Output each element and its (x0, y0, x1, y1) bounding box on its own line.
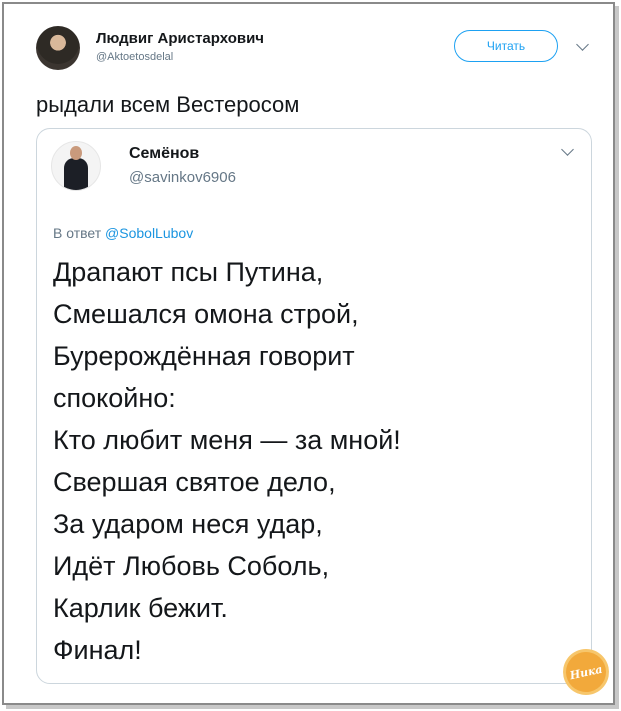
author-handle[interactable]: @Aktoetosdelal (96, 51, 173, 63)
reply-prefix: В ответ (53, 225, 102, 241)
reply-context: В ответ @SobolLubov (53, 225, 193, 241)
watermark-text: Ника (568, 662, 604, 682)
quoted-tweet-text: Драпают псы Путина, Смешался омона строй… (53, 251, 401, 671)
avatar-figure-face (70, 146, 82, 160)
author-name[interactable]: Людвиг Аристархович (96, 30, 264, 47)
quoted-author-handle[interactable]: @savinkov6906 (129, 169, 236, 186)
poem-line: Свершая святое дело, (53, 467, 336, 497)
poem-line: Кто любит меня — за мной! (53, 425, 401, 455)
quoted-menu-chevron-icon[interactable] (561, 143, 574, 156)
poem-line: Бурерождённая говорит (53, 341, 355, 371)
screenshot-frame: Людвиг Аристархович @Aktoetosdelal Читат… (2, 2, 615, 705)
reply-handle-link[interactable]: @SobolLubov (105, 225, 193, 241)
follow-button[interactable]: Читать (454, 30, 558, 62)
poem-line: Идёт Любовь Соболь, (53, 551, 330, 581)
quoted-author-name[interactable]: Семёнов (129, 145, 199, 163)
poem-line: спокойно: (53, 383, 176, 413)
poem-line: Карлик бежит. (53, 593, 228, 623)
poem-line: Финал! (53, 635, 142, 665)
poem-line: За ударом неся удар, (53, 509, 323, 539)
quoted-author-avatar[interactable] (51, 141, 101, 191)
quoted-tweet[interactable]: Семёнов @savinkov6906 В ответ @SobolLubo… (36, 128, 592, 684)
tweet-text: рыдали всем Вестеросом (36, 92, 300, 117)
tweet-menu-chevron-icon[interactable] (576, 38, 589, 51)
poem-line: Драпают псы Путина, (53, 257, 324, 287)
poem-line: Смешался омона строй, (53, 299, 359, 329)
author-avatar[interactable] (36, 26, 80, 70)
avatar-figure-body (64, 158, 88, 190)
